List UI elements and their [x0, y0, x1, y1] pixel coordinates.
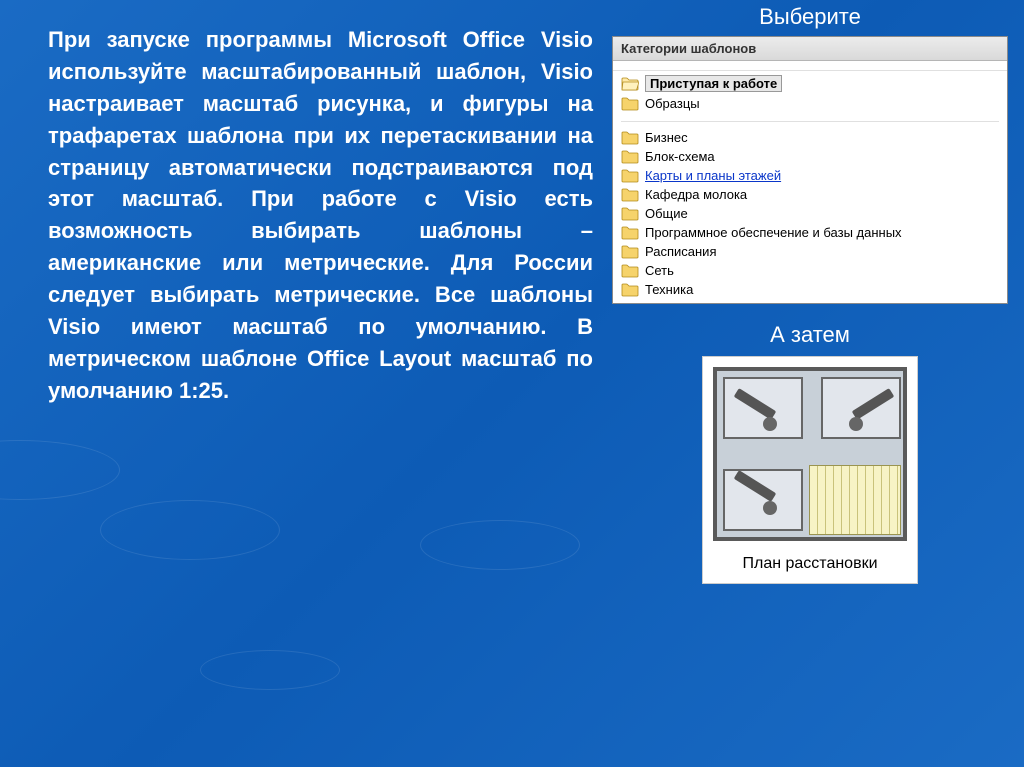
thumbnail-caption: План расстановки [713, 555, 907, 573]
folder-icon [621, 283, 639, 297]
category-item[interactable]: Программное обеспечение и базы данных [613, 223, 1007, 242]
category-item[interactable]: Образцы [613, 94, 1007, 113]
category-item[interactable]: Бизнес [613, 128, 1007, 147]
category-item[interactable]: Расписания [613, 242, 1007, 261]
folder-icon [621, 264, 639, 278]
category-item[interactable]: Карты и планы этажей [613, 166, 1007, 185]
template-thumbnail-card[interactable]: План расстановки [702, 356, 918, 584]
folder-icon [621, 150, 639, 164]
folder-icon [621, 245, 639, 259]
heading-then: А затем [610, 322, 1010, 348]
panel-title: Категории шаблонов [613, 37, 1007, 61]
folder-icon [621, 226, 639, 240]
category-label: Расписания [645, 244, 716, 259]
category-item[interactable]: Приступая к работе [613, 73, 1007, 94]
category-label: Карты и планы этажей [645, 168, 781, 183]
category-label: Общие [645, 206, 688, 221]
category-item[interactable]: Техника [613, 280, 1007, 299]
folder-icon [621, 207, 639, 221]
category-label: Программное обеспечение и базы данных [645, 225, 902, 240]
folder-icon [621, 188, 639, 202]
category-item[interactable]: Кафедра молока [613, 185, 1007, 204]
category-item[interactable]: Блок-схема [613, 147, 1007, 166]
category-label: Кафедра молока [645, 187, 747, 202]
category-label: Приступая к работе [645, 75, 782, 92]
template-categories-panel: Категории шаблонов Приступая к работе Обр… [612, 36, 1008, 304]
floorplan-thumbnail [713, 367, 907, 541]
category-label: Сеть [645, 263, 674, 278]
category-label: Бизнес [645, 130, 688, 145]
folder-icon [621, 77, 639, 91]
folder-icon [621, 97, 639, 111]
folder-icon [621, 131, 639, 145]
heading-select: Выберите [610, 4, 1010, 30]
category-label: Образцы [645, 96, 700, 111]
category-item[interactable]: Общие [613, 204, 1007, 223]
main-description: При запуске программы Microsoft Office V… [48, 24, 593, 407]
category-label: Техника [645, 282, 693, 297]
category-item[interactable]: Сеть [613, 261, 1007, 280]
folder-icon [621, 169, 639, 183]
category-label: Блок-схема [645, 149, 715, 164]
